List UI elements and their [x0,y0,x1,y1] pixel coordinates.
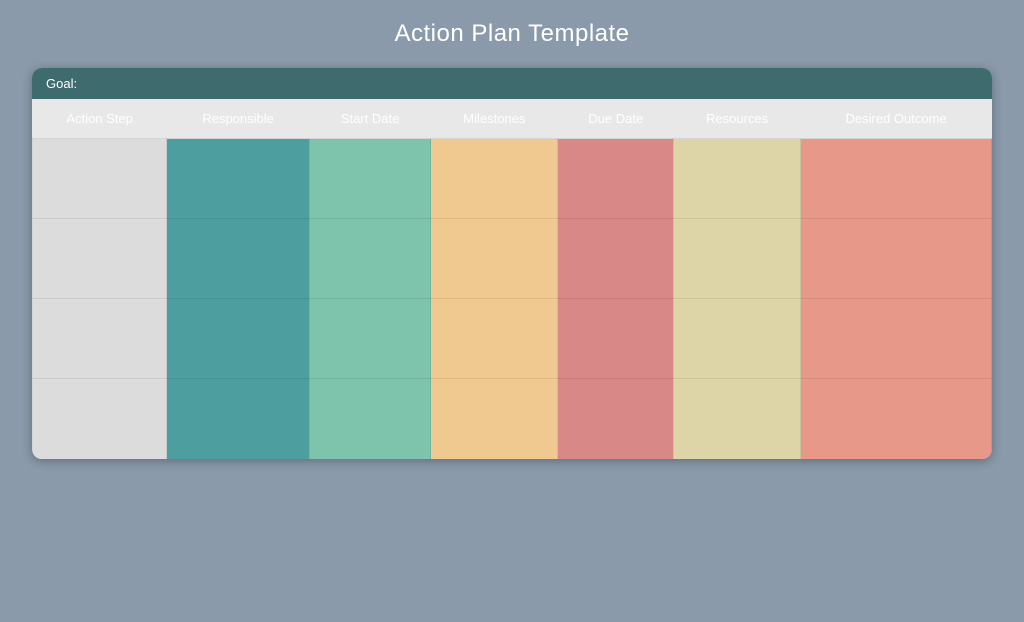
cell-due-date-row2[interactable] [558,219,673,299]
cell-desired-outcome-row2[interactable] [801,219,992,299]
header-desired-outcome: Desired Outcome [801,99,992,139]
header-milestones: Milestones [431,99,558,139]
header-responsible: Responsible [167,99,310,139]
action-table: Action StepResponsibleStart DateMileston… [32,99,992,459]
header-start-date: Start Date [309,99,430,139]
cell-milestones-row3[interactable] [431,299,558,379]
goal-bar: Goal: [32,68,992,99]
cell-milestones-row1[interactable] [431,139,558,219]
header-action-step: Action Step [33,99,167,139]
cell-desired-outcome-row1[interactable] [801,139,992,219]
cell-milestones-row2[interactable] [431,219,558,299]
cell-desired-outcome-row3[interactable] [801,299,992,379]
cell-desired-outcome-row4[interactable] [801,379,992,459]
cell-responsible-row4[interactable] [167,379,310,459]
table-row [33,139,992,219]
table-container: Goal: Action StepResponsibleStart DateMi… [32,68,992,459]
cell-resources-row4[interactable] [673,379,800,459]
cell-due-date-row4[interactable] [558,379,673,459]
header-resources: Resources [673,99,800,139]
cell-action-step-row3[interactable] [33,299,167,379]
page-wrapper: Action Plan Template Goal: Action StepRe… [0,0,1024,622]
cell-responsible-row3[interactable] [167,299,310,379]
table-row [33,379,992,459]
header-due-date: Due Date [558,99,673,139]
cell-resources-row2[interactable] [673,219,800,299]
cell-due-date-row3[interactable] [558,299,673,379]
cell-start-date-row4[interactable] [309,379,430,459]
cell-action-step-row2[interactable] [33,219,167,299]
table-row [33,299,992,379]
cell-resources-row3[interactable] [673,299,800,379]
cell-responsible-row2[interactable] [167,219,310,299]
cell-due-date-row1[interactable] [558,139,673,219]
cell-action-step-row4[interactable] [33,379,167,459]
cell-start-date-row3[interactable] [309,299,430,379]
cell-milestones-row4[interactable] [431,379,558,459]
cell-start-date-row2[interactable] [309,219,430,299]
cell-start-date-row1[interactable] [309,139,430,219]
table-row [33,219,992,299]
page-title: Action Plan Template [394,20,629,48]
goal-label: Goal: [46,76,77,91]
cell-resources-row1[interactable] [673,139,800,219]
cell-action-step-row1[interactable] [33,139,167,219]
cell-responsible-row1[interactable] [167,139,310,219]
